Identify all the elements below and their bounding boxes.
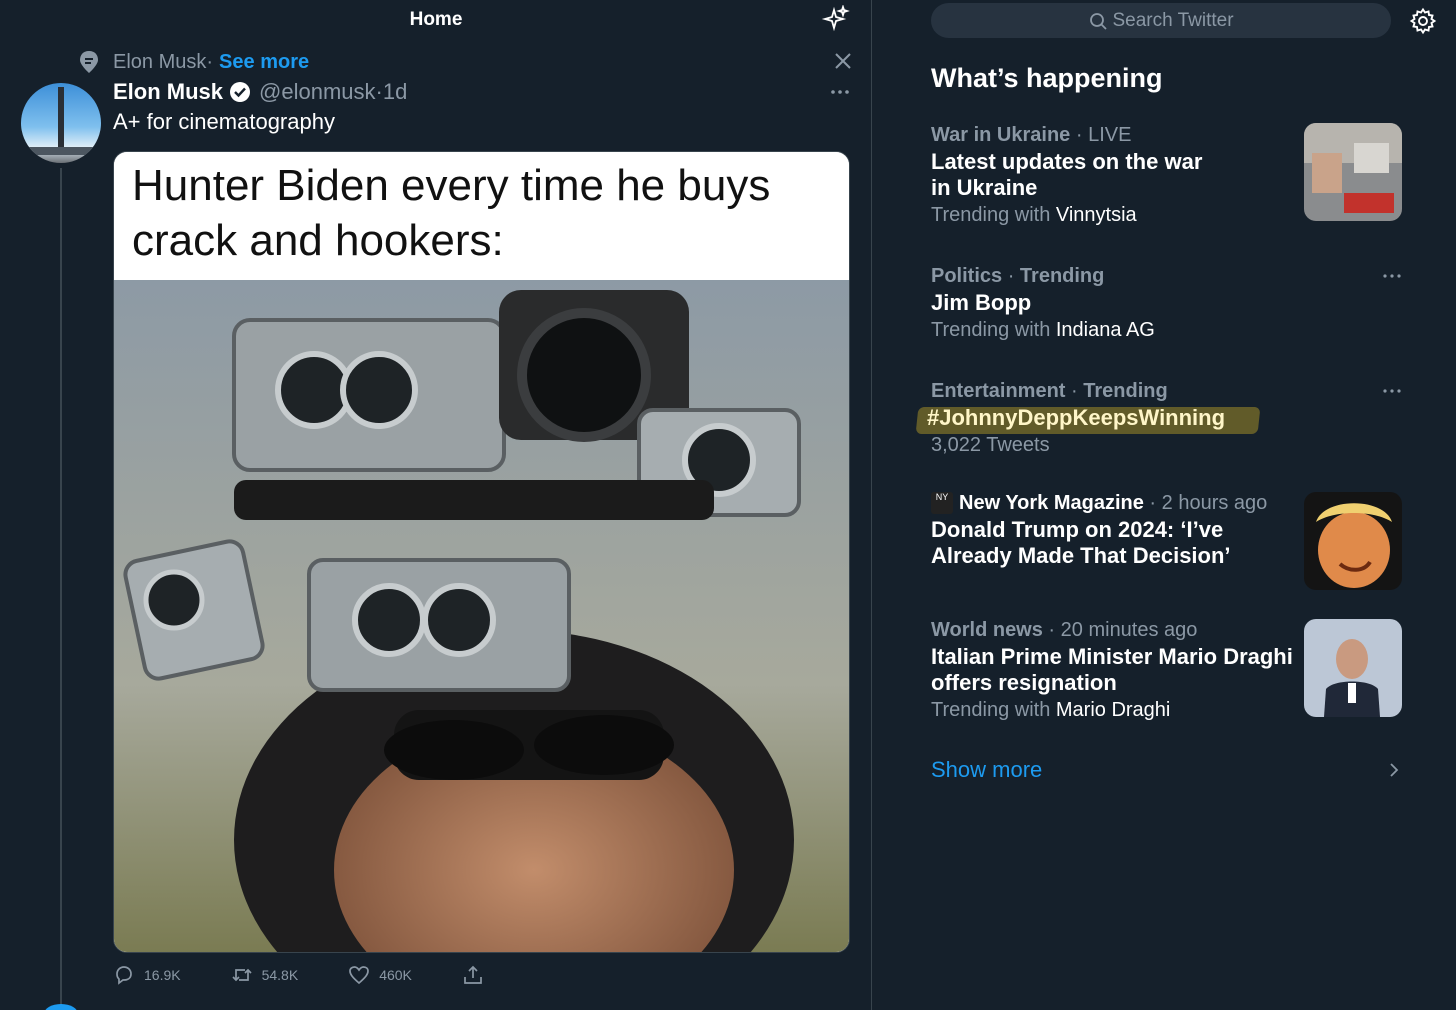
avatar-launchpad	[29, 147, 93, 155]
trend-category: Politics	[931, 265, 1003, 287]
trend-item[interactable]: World news · 20 minutes ago Italian Prim…	[931, 616, 1402, 724]
pin-icon	[80, 51, 98, 73]
trend-thumbnail	[1304, 619, 1402, 717]
social-context-name[interactable]: Elon Musk	[113, 51, 206, 74]
show-more-link[interactable]: Show more	[931, 757, 1042, 783]
trend-sub-value: Mario Draghi	[1055, 699, 1171, 721]
author-handle[interactable]: @elonmusk	[259, 79, 376, 105]
trend-category: War in Ukraine	[931, 124, 1071, 146]
gear-icon[interactable]	[1409, 7, 1437, 35]
tweet-actions: 16.9K 54.8K 460K	[113, 964, 543, 986]
nymag-logo-icon: NY	[931, 492, 953, 514]
trend-headline: Latest updates on the war in Ukraine	[931, 149, 1203, 200]
hashtag-highlight: #JohnnyDeppKeepsWinning	[923, 405, 1229, 431]
trend-category: World news	[931, 619, 1043, 641]
retweet-button[interactable]: 54.8K	[231, 964, 299, 986]
whats-happening-title: What’s happening	[931, 63, 1163, 93]
trend-thumbnail	[1304, 123, 1402, 221]
social-context-separator: ·	[206, 50, 214, 73]
trend-item[interactable]: Politics · Trending Jim Bopp Trending wi…	[931, 262, 1401, 344]
trend-tag: 2 hours ago	[1161, 492, 1268, 514]
trend-sub-prefix: Trending with	[931, 319, 1056, 341]
trend-tweet-count: 3,022 Tweets	[931, 434, 1050, 456]
tweet-time[interactable]: 1d	[383, 79, 407, 105]
more-icon[interactable]	[1381, 271, 1403, 281]
social-context: Elon Musk · See more	[78, 48, 309, 76]
trend-item[interactable]: Entertainment · Trending #JohnnyDeppKeep…	[927, 377, 1401, 459]
avatar[interactable]	[21, 83, 101, 163]
tweet-media[interactable]: Hunter Biden every time he buys crack an…	[113, 151, 850, 953]
trend-sub-prefix: Trending with	[931, 699, 1056, 721]
trend-headline: Jim Bopp	[931, 290, 1032, 315]
trend-sub-value: Vinnytsia	[1055, 204, 1137, 226]
trend-thumbnail	[1304, 492, 1402, 590]
trend-tag: 20 minutes ago	[1060, 619, 1198, 641]
reply-count: 16.9K	[144, 967, 181, 983]
see-more-link[interactable]: See more	[219, 51, 309, 74]
time-separator: ·	[375, 79, 383, 104]
timeline-header: Home	[0, 0, 872, 42]
trend-category: Entertainment	[931, 380, 1066, 402]
trend-source: New York Magazine	[959, 492, 1144, 514]
verified-icon	[230, 82, 251, 102]
share-button[interactable]	[462, 964, 493, 986]
author-name[interactable]: Elon Musk	[113, 79, 223, 105]
like-icon	[349, 966, 370, 985]
close-icon[interactable]	[833, 51, 853, 71]
like-count: 460K	[379, 967, 412, 983]
page-title: Home	[409, 9, 463, 30]
trend-tag: Trending	[1083, 380, 1168, 402]
next-avatar[interactable]	[44, 1004, 78, 1010]
tweet-header: Elon Musk @elonmusk · 1d	[113, 78, 407, 106]
reply-button[interactable]: 16.9K	[113, 964, 181, 986]
like-button[interactable]: 460K	[348, 964, 412, 986]
trend-sub-value: Indiana AG	[1055, 319, 1155, 341]
share-icon	[464, 965, 482, 984]
reply-icon	[116, 966, 132, 985]
trend-headline: Donald Trump on 2024: ‘I’ve Already Made…	[931, 517, 1231, 568]
chevron-right-icon[interactable]	[1386, 760, 1402, 780]
search-input[interactable]: Search Twitter	[931, 3, 1391, 38]
trend-sub-prefix: Trending with	[931, 204, 1056, 226]
trend-item[interactable]: NY New York Magazine · 2 hours ago Donald…	[931, 489, 1402, 590]
trend-item[interactable]: War in Ukraine · LIVE Latest updates on …	[931, 121, 1402, 229]
tweet-text: A+ for cinematography	[113, 109, 335, 134]
retweet-count: 54.8K	[261, 967, 299, 983]
meme-photo	[114, 280, 849, 952]
trend-tag: Trending	[1019, 265, 1105, 287]
search-icon	[1090, 12, 1108, 30]
trend-headline: Italian Prime Minister Mario Draghi offe…	[931, 644, 1293, 695]
more-icon[interactable]	[1381, 386, 1403, 396]
more-icon[interactable]	[829, 80, 851, 102]
retweet-icon	[231, 968, 252, 982]
trend-headline: #JohnnyDeppKeepsWinning	[927, 405, 1226, 430]
avatar-rocket	[58, 87, 64, 153]
search-placeholder: Search Twitter	[1112, 9, 1234, 31]
thread-line	[60, 168, 62, 1010]
main-column: Home Elon Musk · See more Elon Musk @elo…	[0, 0, 872, 1010]
sparkle-icon[interactable]	[820, 5, 850, 35]
meme-caption: Hunter Biden every time he buys crack an…	[114, 152, 849, 280]
trend-tag: LIVE	[1088, 124, 1132, 146]
